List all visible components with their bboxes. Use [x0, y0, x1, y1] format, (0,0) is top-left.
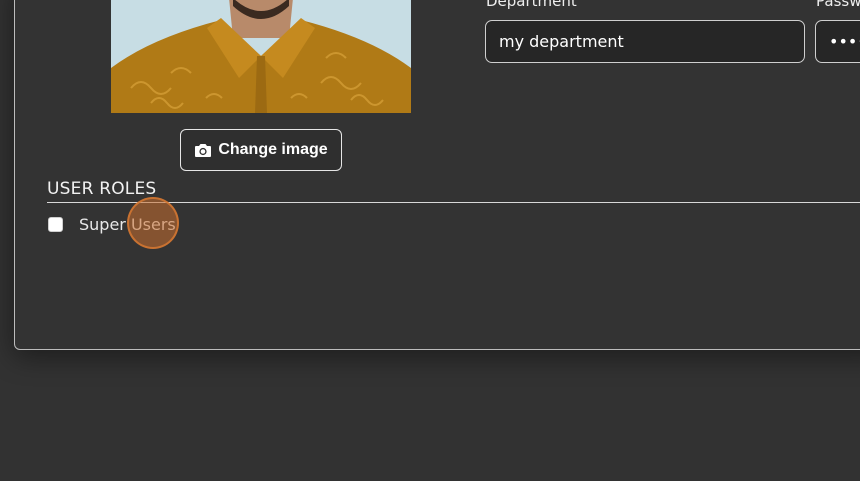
- department-label: Department: [486, 0, 577, 10]
- role-item-super-users[interactable]: Super Users: [47, 212, 176, 236]
- profile-photo: [111, 0, 411, 113]
- password-input[interactable]: [815, 20, 860, 63]
- password-label: Password: [816, 0, 860, 10]
- page: Change image Department Password USER RO…: [0, 0, 860, 481]
- user-roles-divider: [47, 202, 860, 203]
- user-roles-heading: USER ROLES: [47, 179, 157, 199]
- department-input[interactable]: [485, 20, 805, 63]
- super-users-label[interactable]: Super Users: [79, 215, 176, 234]
- super-users-checkbox[interactable]: [48, 216, 63, 232]
- change-image-label: Change image: [218, 141, 328, 158]
- camera-icon: [194, 142, 212, 158]
- change-image-button[interactable]: Change image: [180, 129, 342, 171]
